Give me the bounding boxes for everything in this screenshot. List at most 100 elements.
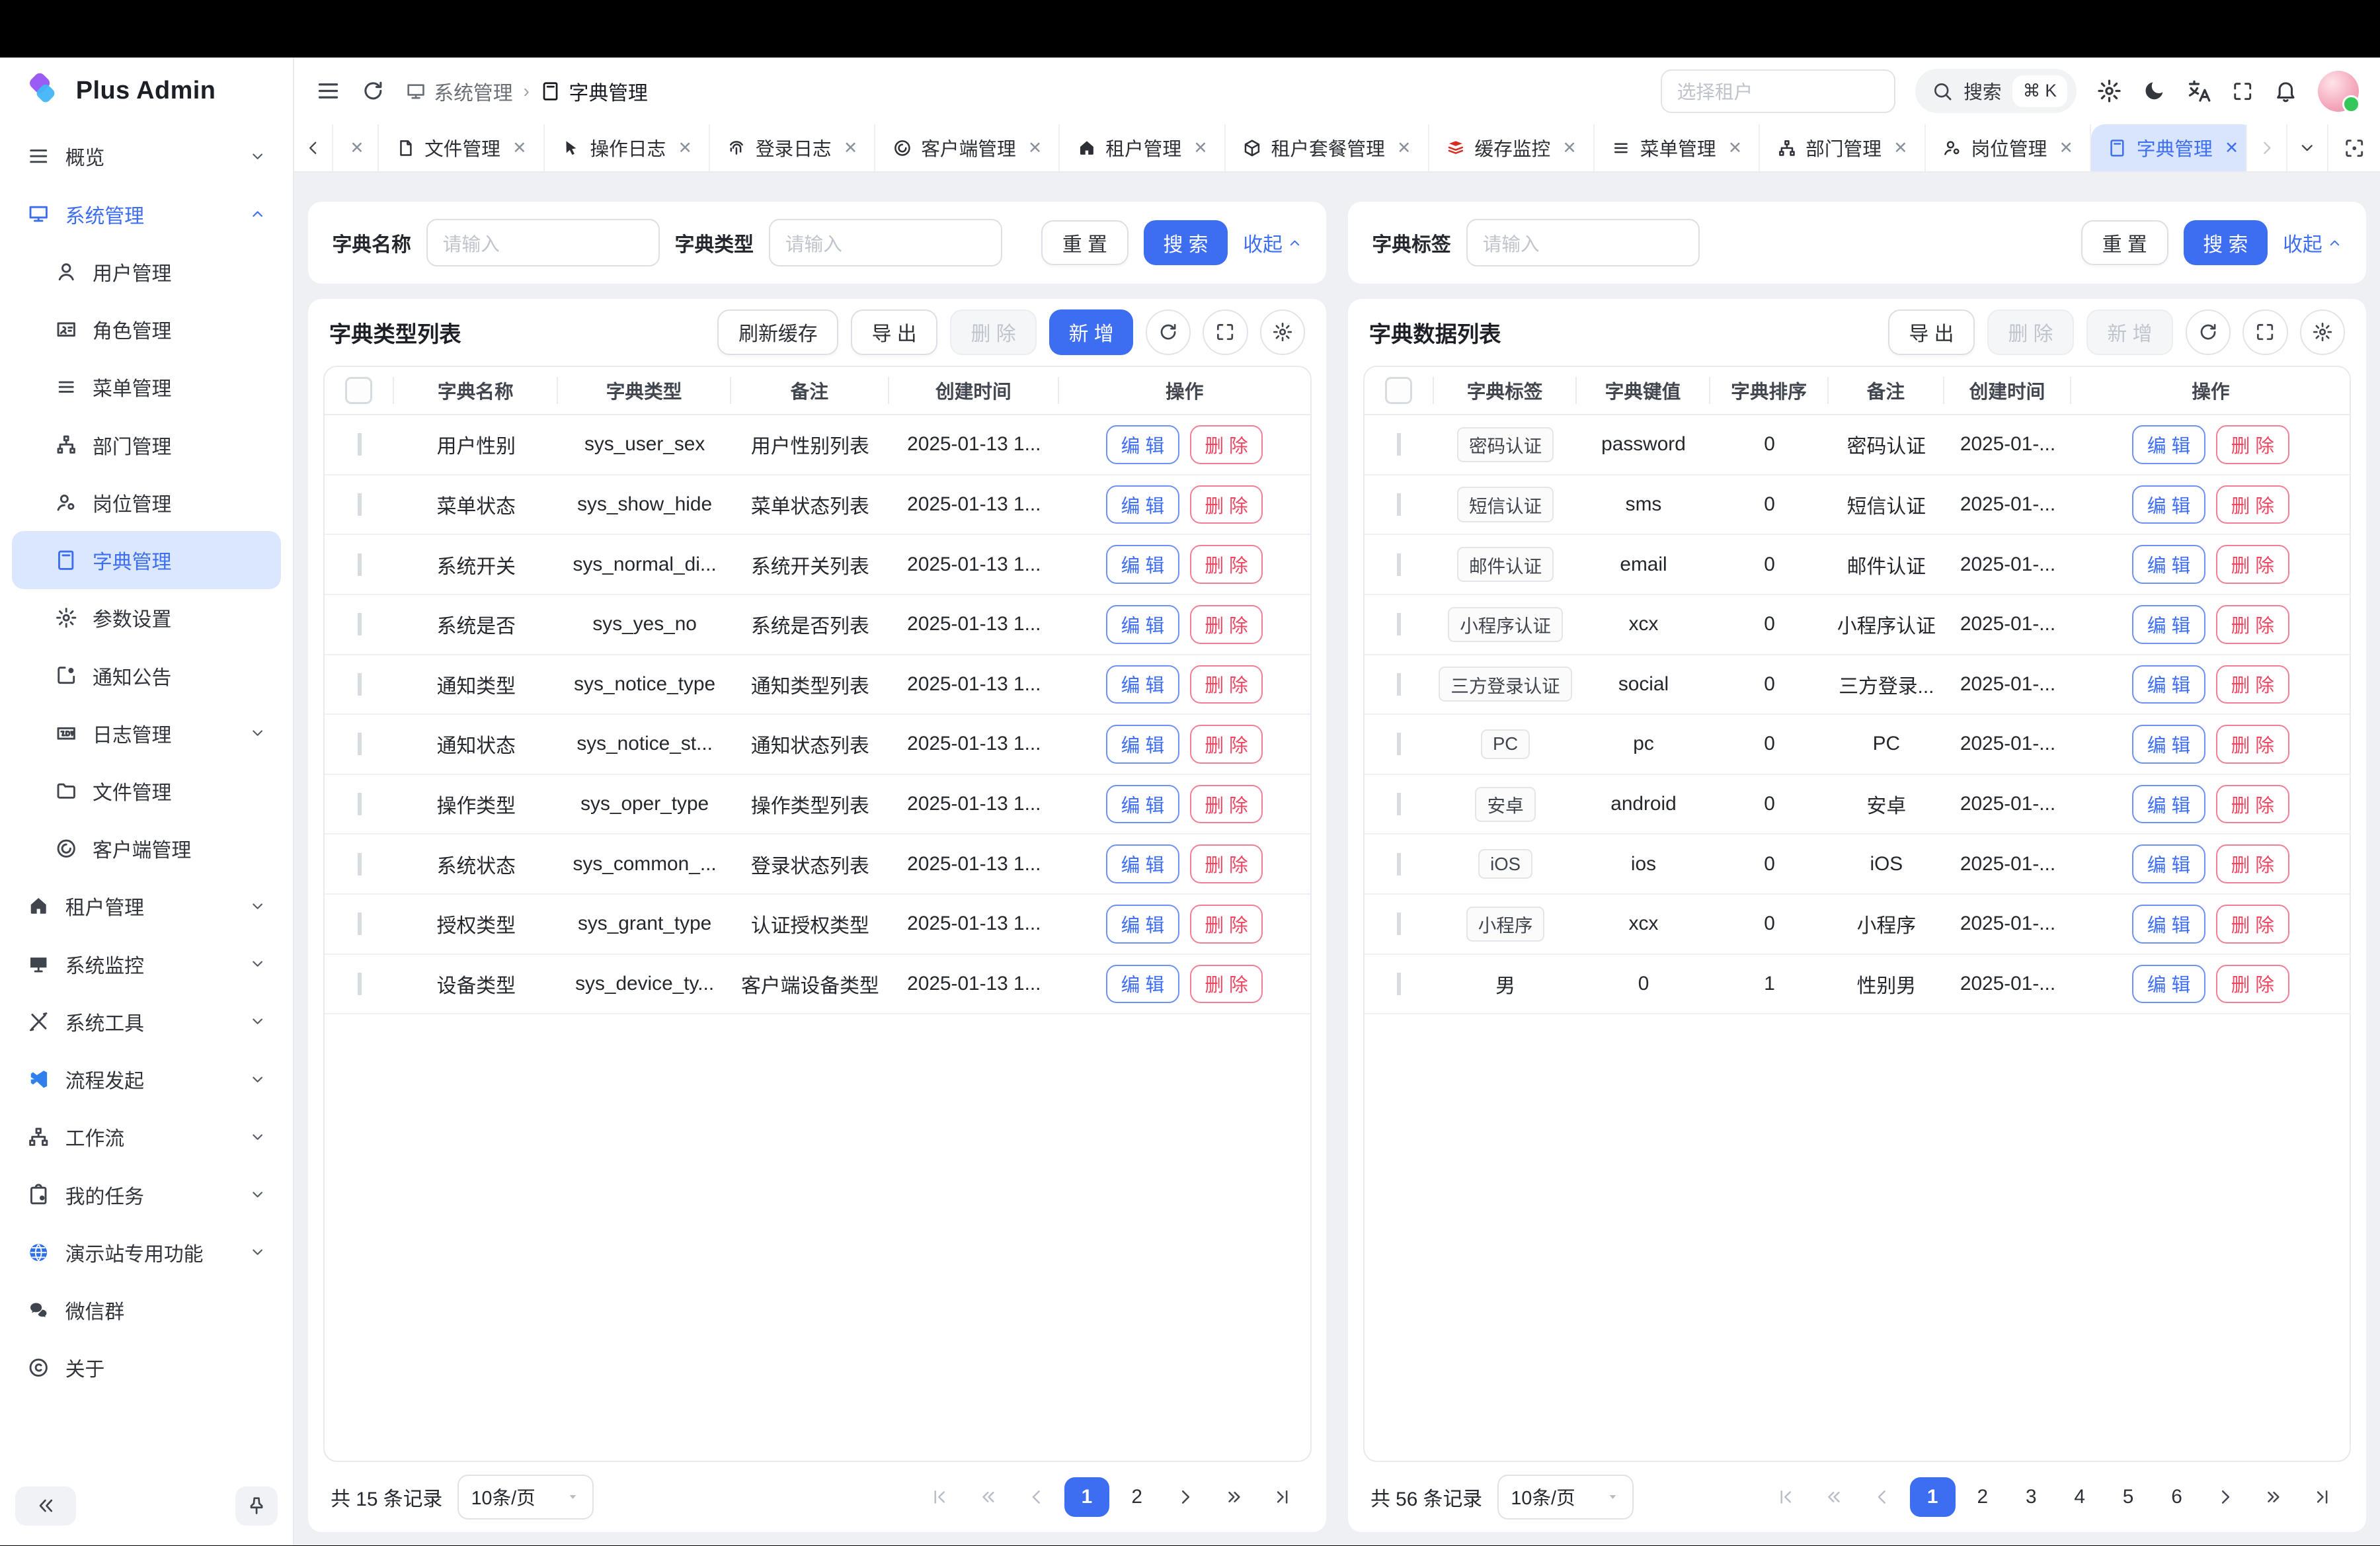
tab-2[interactable]: 操作日志✕ xyxy=(545,124,710,171)
tab-scroll-right-button[interactable] xyxy=(2246,124,2287,171)
row-checkbox[interactable] xyxy=(1397,613,1401,635)
toolbar-button-0[interactable]: 导 出 xyxy=(1888,309,1975,355)
edit-button[interactable]: 编 辑 xyxy=(2132,665,2205,704)
edit-button[interactable]: 编 辑 xyxy=(1106,545,1179,584)
tab-5[interactable]: 租户管理✕ xyxy=(1060,124,1225,171)
delete-button[interactable]: 删 除 xyxy=(1190,665,1263,704)
moon-icon[interactable] xyxy=(2142,79,2166,103)
sidebar-item-17[interactable]: 工作流 xyxy=(12,1108,280,1166)
edit-button[interactable]: 编 辑 xyxy=(1106,965,1179,1004)
row-checkbox[interactable] xyxy=(358,553,362,576)
tab-10[interactable]: 岗位管理✕ xyxy=(1926,124,2091,171)
sidebar-item-20[interactable]: 微信群 xyxy=(12,1282,280,1339)
tab-close-icon[interactable]: ✕ xyxy=(844,138,857,158)
edit-button[interactable]: 编 辑 xyxy=(2132,905,2205,944)
row-checkbox[interactable] xyxy=(358,613,362,635)
sidebar-item-7[interactable]: 字典管理 xyxy=(12,531,280,589)
tab-stub[interactable]: ✕ xyxy=(333,124,379,171)
page-2-button[interactable]: 2 xyxy=(1962,1477,2004,1517)
table-refresh-button[interactable] xyxy=(1146,309,1191,354)
edit-button[interactable]: 编 辑 xyxy=(1106,605,1179,644)
breadcrumb-parent[interactable]: 系统管理 xyxy=(405,77,513,106)
toolbar-button-2[interactable]: 删 除 xyxy=(950,309,1037,355)
edit-button[interactable]: 编 辑 xyxy=(1106,785,1179,824)
tab-close-icon[interactable]: ✕ xyxy=(1397,138,1411,158)
tab-4[interactable]: 客户端管理✕ xyxy=(875,124,1060,171)
tab-close-icon[interactable]: ✕ xyxy=(1028,138,1042,158)
tab-list-dropdown-button[interactable] xyxy=(2286,124,2327,171)
sidebar-item-4[interactable]: 菜单管理 xyxy=(12,358,280,416)
breadcrumb-current[interactable]: 字典管理 xyxy=(540,77,648,106)
delete-button[interactable]: 删 除 xyxy=(1190,485,1263,524)
sidebar-item-10[interactable]: 日志管理 xyxy=(12,704,280,762)
tab-close-icon[interactable]: ✕ xyxy=(678,138,692,158)
filter-input-0[interactable]: 请输入 xyxy=(426,219,660,267)
delete-button[interactable]: 删 除 xyxy=(2216,425,2289,464)
row-checkbox[interactable] xyxy=(1397,493,1401,516)
delete-button[interactable]: 删 除 xyxy=(1190,605,1263,644)
page-5-button[interactable]: 5 xyxy=(2107,1477,2149,1517)
row-checkbox[interactable] xyxy=(358,913,362,935)
delete-button[interactable]: 删 除 xyxy=(1190,545,1263,584)
delete-button[interactable]: 删 除 xyxy=(2216,785,2289,824)
delete-button[interactable]: 删 除 xyxy=(2216,605,2289,644)
row-checkbox[interactable] xyxy=(1397,733,1401,755)
fullscreen-icon[interactable] xyxy=(2231,80,2254,102)
delete-button[interactable]: 删 除 xyxy=(2216,725,2289,764)
row-checkbox[interactable] xyxy=(358,493,362,516)
prev-5-pages-button[interactable] xyxy=(967,1477,1010,1517)
tab-close-icon[interactable]: ✕ xyxy=(350,138,364,158)
tab-close-icon[interactable]: ✕ xyxy=(512,138,526,158)
table-gear-button[interactable] xyxy=(1260,309,1305,354)
edit-button[interactable]: 编 辑 xyxy=(2132,785,2205,824)
first-page-button[interactable] xyxy=(918,1477,961,1517)
delete-button[interactable]: 删 除 xyxy=(2216,485,2289,524)
gear-icon[interactable] xyxy=(2096,78,2122,104)
page-size-select[interactable]: 10条/页 xyxy=(1497,1475,1634,1520)
last-page-button[interactable] xyxy=(1261,1477,1304,1517)
next-page-button[interactable] xyxy=(2204,1477,2246,1517)
sidebar-item-13[interactable]: 租户管理 xyxy=(12,877,280,935)
page-1-button[interactable]: 1 xyxy=(1910,1477,1956,1517)
sidebar-item-3[interactable]: 角色管理 xyxy=(12,301,280,358)
table-expand-button[interactable] xyxy=(1203,309,1248,354)
delete-button[interactable]: 删 除 xyxy=(1190,785,1263,824)
tab-close-icon[interactable]: ✕ xyxy=(1563,138,1577,158)
search-button[interactable]: 搜 索 xyxy=(1144,220,1228,266)
toolbar-button-1[interactable]: 删 除 xyxy=(1987,309,2075,355)
sidebar-item-8[interactable]: 参数设置 xyxy=(12,589,280,647)
last-page-button[interactable] xyxy=(2301,1477,2344,1517)
toolbar-button-2[interactable]: 新 增 xyxy=(2086,309,2174,355)
content-fullscreen-button[interactable] xyxy=(2327,124,2380,171)
tab-7[interactable]: 缓存监控✕ xyxy=(1429,124,1595,171)
sidebar-item-21[interactable]: 关于 xyxy=(12,1339,280,1397)
row-checkbox[interactable] xyxy=(1397,553,1401,576)
search-button[interactable]: 搜 索 xyxy=(2184,220,2268,266)
sidebar-item-2[interactable]: 用户管理 xyxy=(12,243,280,300)
global-search-button[interactable]: 搜索 ⌘ K xyxy=(1915,69,2077,113)
edit-button[interactable]: 编 辑 xyxy=(1106,905,1179,944)
sidebar-item-12[interactable]: 客户端管理 xyxy=(12,820,280,877)
edit-button[interactable]: 编 辑 xyxy=(1106,844,1179,883)
row-checkbox[interactable] xyxy=(358,853,362,875)
prev-page-button[interactable] xyxy=(1861,1477,1903,1517)
row-checkbox[interactable] xyxy=(1397,793,1401,815)
delete-button[interactable]: 删 除 xyxy=(2216,905,2289,944)
tab-close-icon[interactable]: ✕ xyxy=(2225,138,2239,158)
tab-scroll-left-button[interactable] xyxy=(294,124,333,171)
edit-button[interactable]: 编 辑 xyxy=(1106,485,1179,524)
sidebar-item-0[interactable]: 概览 xyxy=(12,128,280,185)
sidebar-item-18[interactable]: 我的任务 xyxy=(12,1166,280,1223)
sidebar-item-15[interactable]: 系统工具 xyxy=(12,993,280,1050)
row-checkbox[interactable] xyxy=(1397,973,1401,995)
refresh-icon[interactable] xyxy=(361,79,385,103)
edit-button[interactable]: 编 辑 xyxy=(2132,425,2205,464)
reset-button[interactable]: 重 置 xyxy=(1041,220,1129,266)
select-all-checkbox[interactable] xyxy=(345,377,372,403)
translate-icon[interactable] xyxy=(2186,78,2211,104)
toolbar-button-1[interactable]: 导 出 xyxy=(851,309,938,355)
sidebar-item-11[interactable]: 文件管理 xyxy=(12,762,280,819)
delete-button[interactable]: 删 除 xyxy=(1190,425,1263,464)
avatar[interactable] xyxy=(2318,71,2359,112)
edit-button[interactable]: 编 辑 xyxy=(1106,665,1179,704)
